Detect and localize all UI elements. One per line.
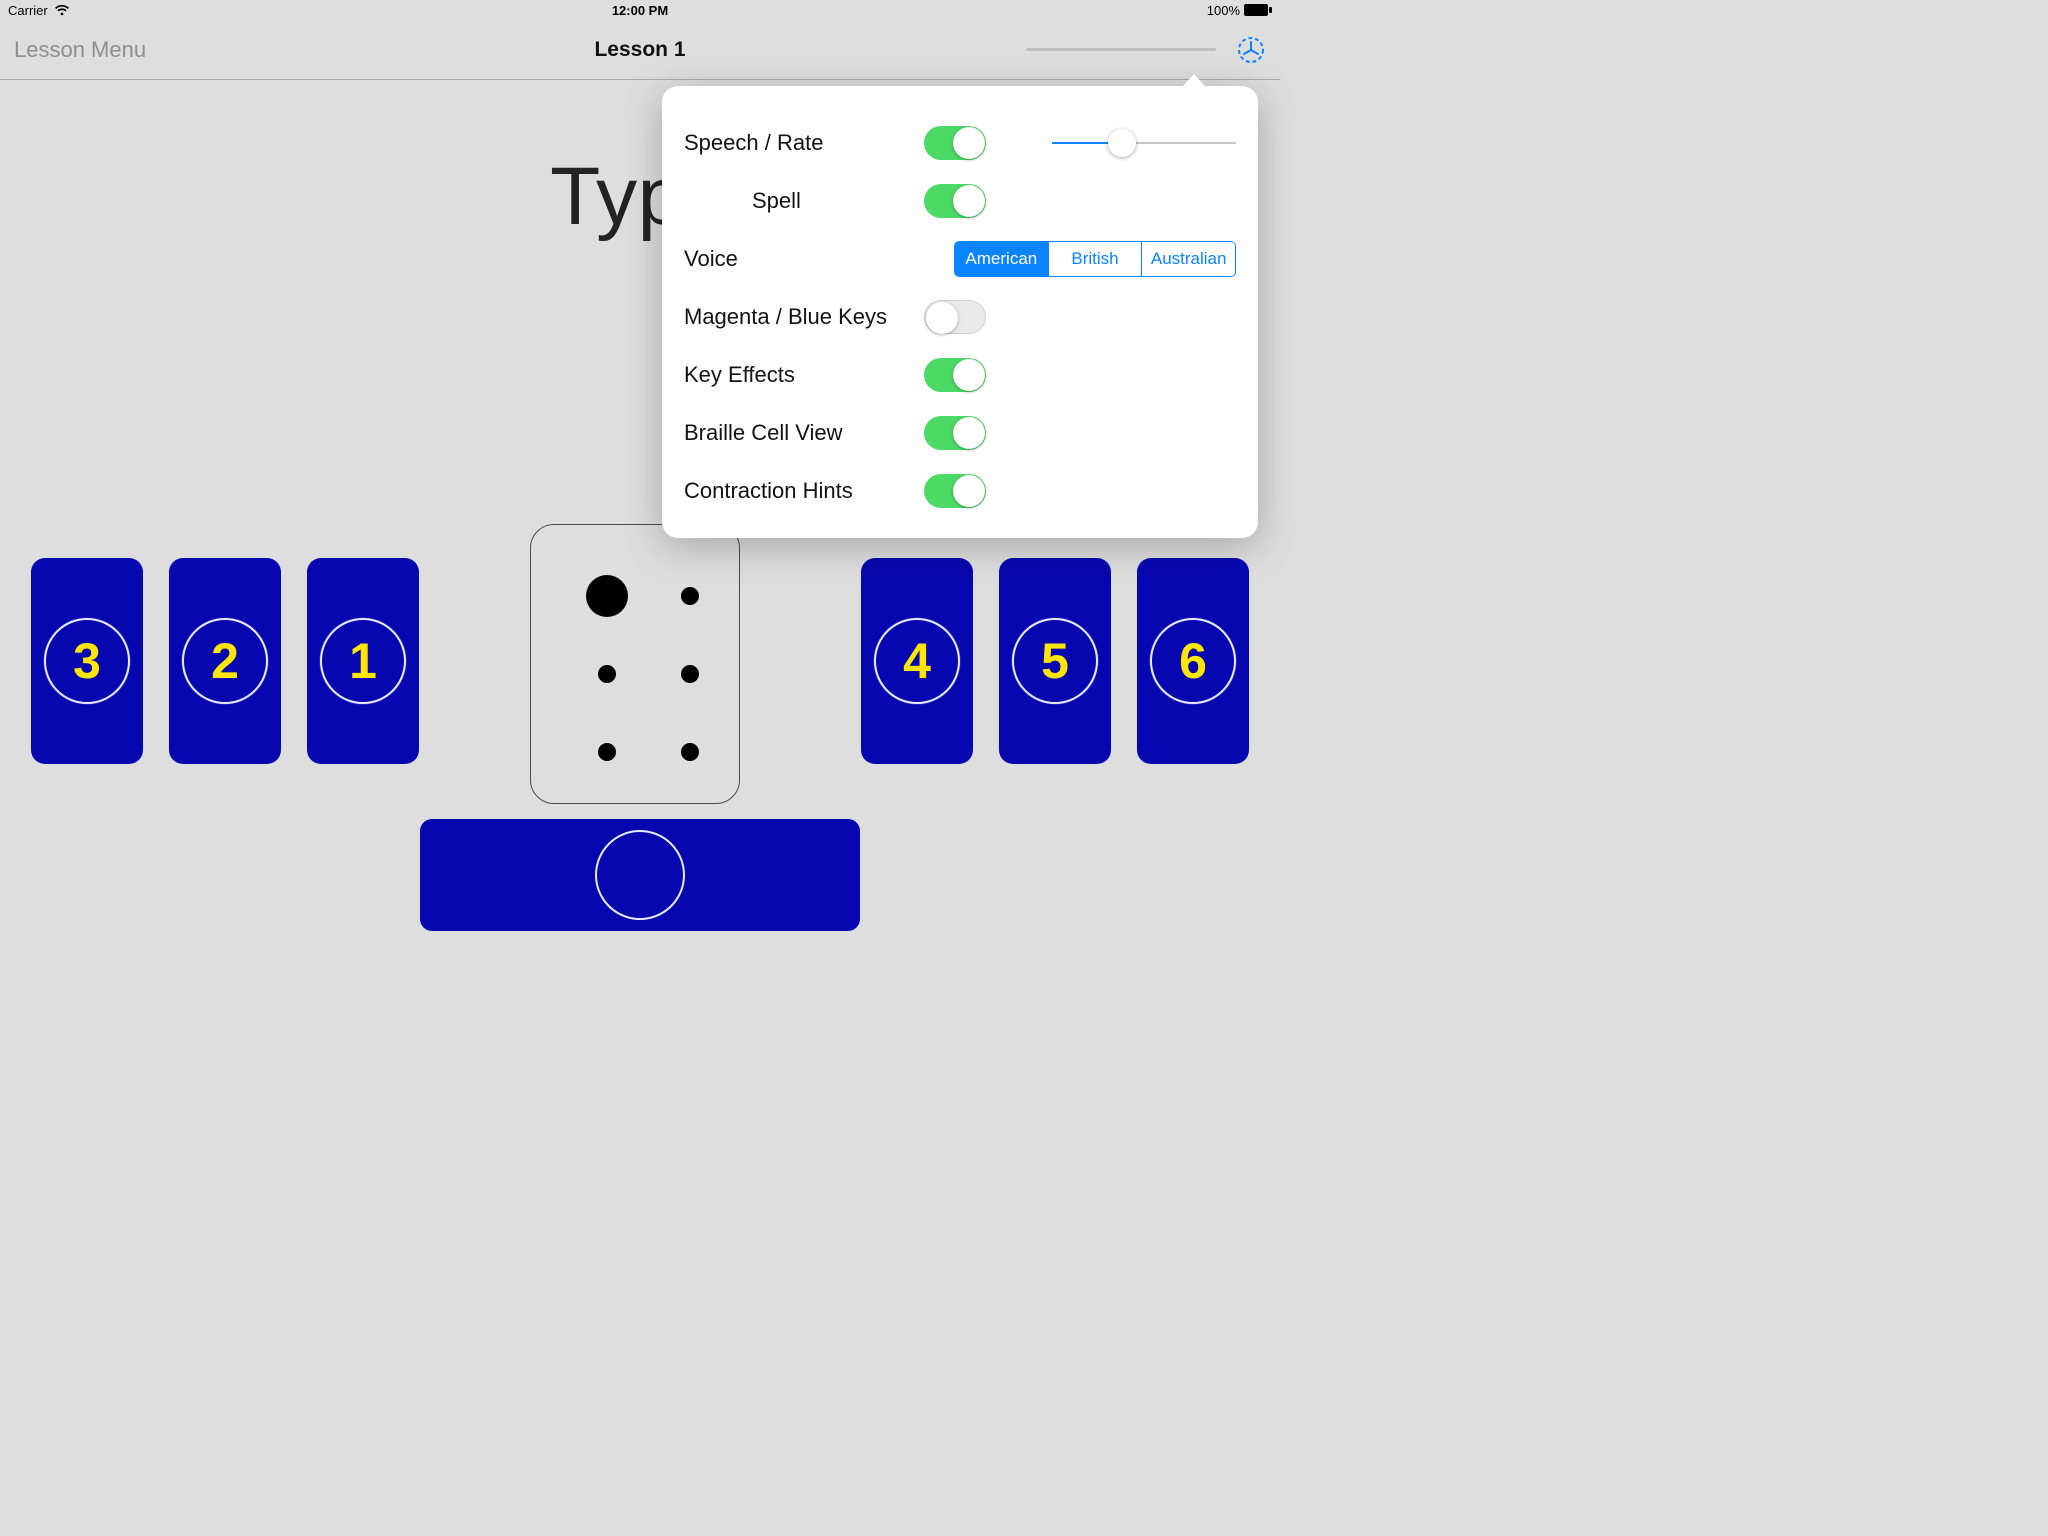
braille-view-toggle[interactable]: [924, 416, 986, 450]
page-title: Lesson 1: [594, 38, 685, 62]
magenta-blue-toggle[interactable]: [924, 300, 986, 334]
braille-keypad: 3 2 1 4 5 6: [0, 558, 1280, 931]
setting-label: Spell: [684, 188, 904, 214]
braille-key-6[interactable]: 6: [1137, 558, 1249, 764]
key-label: 2: [211, 632, 239, 690]
setting-label: Speech / Rate: [684, 130, 904, 156]
status-time: 12:00 PM: [612, 3, 668, 18]
key-effects-toggle[interactable]: [924, 358, 986, 392]
nav-bar: Lesson Menu Lesson 1: [0, 20, 1280, 80]
spell-toggle[interactable]: [924, 184, 986, 218]
settings-popover: Speech / Rate Spell Voice American Briti…: [662, 86, 1258, 538]
voice-australian[interactable]: Australian: [1141, 242, 1235, 276]
braille-space-key[interactable]: [420, 819, 860, 931]
setting-contraction-hints: Contraction Hints: [684, 462, 1236, 520]
space-circle-icon: [595, 830, 685, 920]
setting-braille-view: Braille Cell View: [684, 404, 1236, 462]
setting-magenta-blue: Magenta / Blue Keys: [684, 288, 1236, 346]
setting-spell: Spell: [684, 172, 1236, 230]
key-label: 5: [1041, 632, 1069, 690]
braille-key-2[interactable]: 2: [169, 558, 281, 764]
lesson-menu-button[interactable]: Lesson Menu: [14, 37, 146, 63]
setting-label: Contraction Hints: [684, 478, 904, 504]
setting-speech-rate: Speech / Rate: [684, 114, 1236, 172]
key-label: 4: [903, 632, 931, 690]
key-label: 1: [349, 632, 377, 690]
rate-slider[interactable]: [1052, 128, 1236, 158]
battery-icon: [1244, 4, 1272, 16]
wifi-icon: [54, 4, 70, 16]
braille-key-1[interactable]: 1: [307, 558, 419, 764]
speech-toggle[interactable]: [924, 126, 986, 160]
voice-segmented[interactable]: American British Australian: [954, 241, 1236, 277]
braille-key-4[interactable]: 4: [861, 558, 973, 764]
braille-key-3[interactable]: 3: [31, 558, 143, 764]
voice-british[interactable]: British: [1048, 242, 1142, 276]
braille-key-5[interactable]: 5: [999, 558, 1111, 764]
status-right: 100%: [1207, 3, 1272, 18]
setting-key-effects: Key Effects: [684, 346, 1236, 404]
contraction-toggle[interactable]: [924, 474, 986, 508]
voice-american[interactable]: American: [955, 242, 1048, 276]
setting-label: Voice: [684, 246, 904, 272]
progress-bar: [1026, 48, 1216, 51]
key-label: 6: [1179, 632, 1207, 690]
battery-percent: 100%: [1207, 3, 1240, 18]
carrier-label: Carrier: [8, 3, 48, 18]
status-left: Carrier: [8, 3, 70, 18]
setting-label: Magenta / Blue Keys: [684, 304, 904, 330]
status-bar: Carrier 12:00 PM 100%: [0, 0, 1280, 20]
settings-button[interactable]: [1236, 35, 1266, 65]
setting-label: Braille Cell View: [684, 420, 904, 446]
key-label: 3: [73, 632, 101, 690]
setting-voice: Voice American British Australian: [684, 230, 1236, 288]
setting-label: Key Effects: [684, 362, 904, 388]
